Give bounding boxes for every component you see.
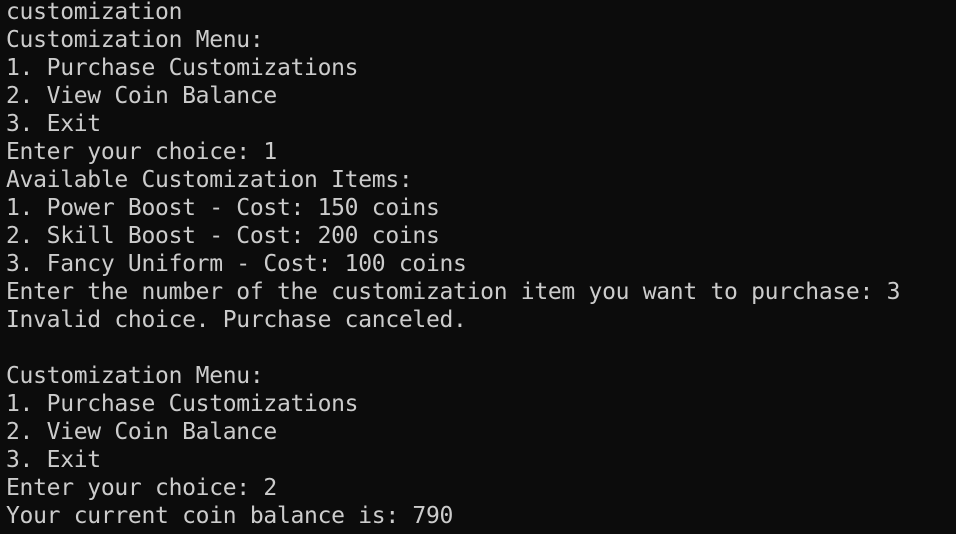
terminal-line-command: customization — [6, 0, 183, 25]
terminal-line-menu-option: 1. Purchase Customizations — [6, 391, 359, 417]
terminal-line-menu-option: 1. Purchase Customizations — [6, 55, 359, 81]
terminal-line-balance: Your current coin balance is: 790 — [6, 503, 454, 529]
terminal-line-items-title: Available Customization Items: — [6, 167, 413, 193]
terminal-line-prompt: Enter your choice: 2 — [6, 475, 277, 501]
terminal-line-menu-option: 3. Exit — [6, 447, 101, 473]
terminal-window[interactable]: customization Customization Menu: 1. Pur… — [0, 0, 956, 534]
terminal-line-prompt: Enter the number of the customization it… — [6, 279, 901, 305]
terminal-line-menu-option: 2. View Coin Balance — [6, 419, 277, 445]
terminal-line-prompt: Enter your choice: 1 — [6, 139, 277, 165]
terminal-line-item: 1. Power Boost - Cost: 150 coins — [6, 195, 440, 221]
terminal-line-menu-title: Customization Menu: — [6, 363, 264, 389]
terminal-line-item: 3. Fancy Uniform - Cost: 100 coins — [6, 251, 467, 277]
terminal-line-menu-option: 3. Exit — [6, 111, 101, 137]
terminal-line-menu-title: Customization Menu: — [6, 27, 264, 53]
terminal-line-item: 2. Skill Boost - Cost: 200 coins — [6, 223, 440, 249]
terminal-line-message: Invalid choice. Purchase canceled. — [6, 307, 467, 333]
terminal-line-menu-option: 2. View Coin Balance — [6, 83, 277, 109]
